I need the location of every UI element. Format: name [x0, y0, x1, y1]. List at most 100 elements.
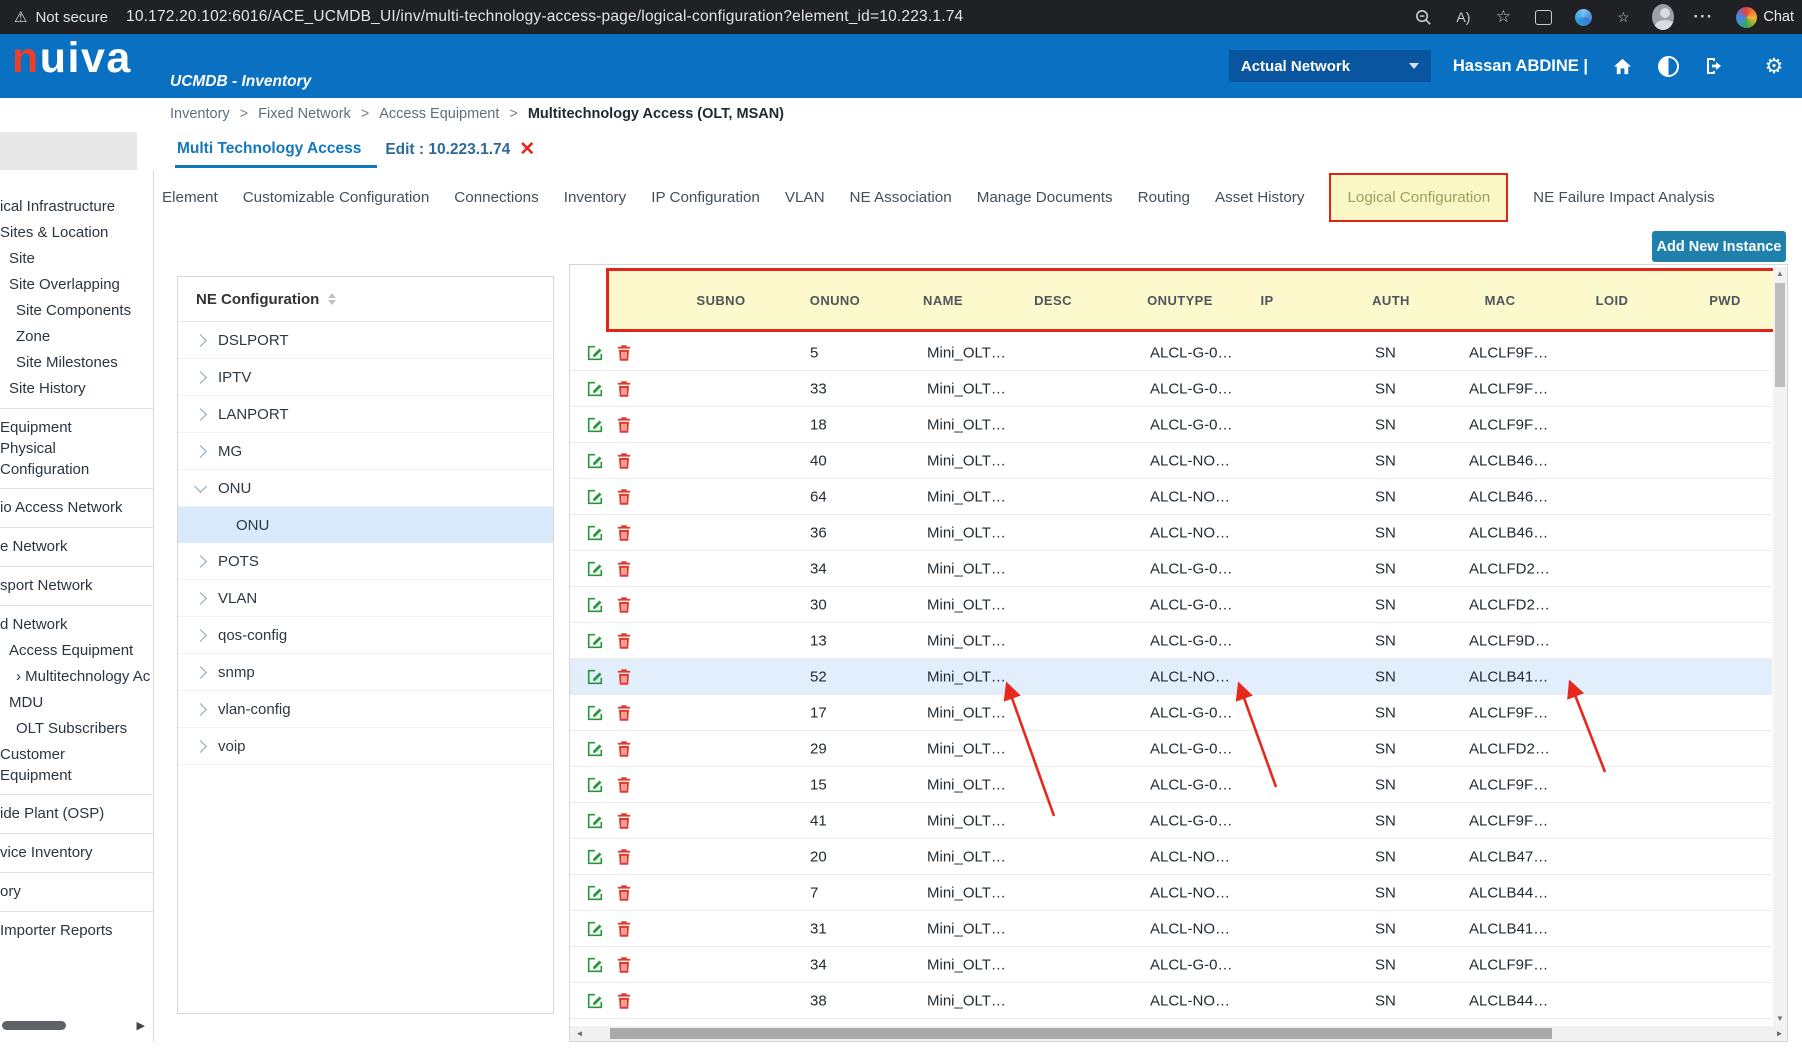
- edit-icon[interactable]: [586, 956, 604, 974]
- table-row[interactable]: 55Mini_OLT…ALCL-NO…SNALCLB41…: [570, 1019, 1772, 1026]
- url-text[interactable]: 10.172.20.102:6016/ACE_UCMDB_UI/inv/mult…: [126, 8, 963, 26]
- tab-customizable-configuration[interactable]: Customizable Configuration: [243, 189, 430, 206]
- sidebar-item[interactable]: CustomerEquipment: [0, 742, 153, 788]
- close-icon[interactable]: ✕: [519, 140, 535, 159]
- table-row[interactable]: 17Mini_OLT…ALCL-G-0…SNALCLF9F…: [570, 695, 1772, 731]
- browser-menu-icon[interactable]: ···: [1692, 6, 1714, 28]
- table-row[interactable]: 18Mini_OLT…ALCL-G-0…SNALCLF9F…: [570, 407, 1772, 443]
- table-row[interactable]: 31Mini_OLT…ALCL-NO…SNALCLB41…: [570, 911, 1772, 947]
- sidebar-scroll-right-icon[interactable]: ▶: [137, 1019, 145, 1032]
- sidebar-item-d-network[interactable]: d Network: [0, 612, 153, 638]
- tab-manage-documents[interactable]: Manage Documents: [977, 189, 1113, 206]
- sidebar-item-sites-location[interactable]: Sites & Location: [0, 220, 153, 246]
- breadcrumb-link[interactable]: Access Equipment: [379, 106, 499, 122]
- column-header-name[interactable]: NAME: [923, 293, 963, 308]
- table-row[interactable]: 5Mini_OLT…ALCL-G-0…SNALCLF9F…: [570, 335, 1772, 371]
- delete-icon[interactable]: [616, 668, 632, 685]
- gear-icon[interactable]: ⚙: [1762, 54, 1786, 78]
- sidebar-item-importer-reports[interactable]: Importer Reports: [0, 918, 153, 944]
- table-row[interactable]: 41Mini_OLT…ALCL-G-0…SNALCLF9F…: [570, 803, 1772, 839]
- edit-icon[interactable]: [586, 848, 604, 866]
- edit-icon[interactable]: [586, 884, 604, 902]
- table-row[interactable]: 20Mini_OLT…ALCL-NO…SNALCLB47…: [570, 839, 1772, 875]
- zoom-icon[interactable]: [1412, 6, 1434, 28]
- sidebar-item[interactable]: EquipmentPhysicalConfiguration: [0, 415, 153, 482]
- extension-icon[interactable]: [1572, 6, 1594, 28]
- add-new-instance-button[interactable]: Add New Instance: [1652, 231, 1786, 262]
- tree-item-snmp[interactable]: snmp: [178, 654, 553, 691]
- sidebar-item-site[interactable]: Site: [0, 246, 153, 272]
- tab-inventory[interactable]: Inventory: [564, 189, 626, 206]
- chat-button[interactable]: Chat: [1736, 7, 1794, 28]
- table-row[interactable]: 30Mini_OLT…ALCL-G-0…SNALCLFD2…: [570, 587, 1772, 623]
- tree-item-dslport[interactable]: DSLPORT: [178, 322, 553, 359]
- sidebar-item-io-access-network[interactable]: io Access Network: [0, 495, 153, 521]
- tab-routing[interactable]: Routing: [1138, 189, 1190, 206]
- sidebar-item-mdu[interactable]: MDU: [0, 690, 153, 716]
- delete-icon[interactable]: [616, 380, 632, 397]
- column-header-loid[interactable]: LOID: [1596, 293, 1629, 308]
- logout-icon[interactable]: [1702, 54, 1726, 78]
- sidebar-item-site-components[interactable]: Site Components: [0, 298, 153, 324]
- delete-icon[interactable]: [616, 452, 632, 469]
- sidebar-item-zone[interactable]: Zone: [0, 324, 153, 350]
- contrast-icon[interactable]: [1656, 54, 1680, 78]
- home-icon[interactable]: [1610, 54, 1634, 78]
- table-row[interactable]: 33Mini_OLT…ALCL-G-0…SNALCLF9F…: [570, 371, 1772, 407]
- sidebar-item-site-milestones[interactable]: Site Milestones: [0, 350, 153, 376]
- table-row[interactable]: 7Mini_OLT…ALCL-NO…SNALCLB44…: [570, 875, 1772, 911]
- edit-icon[interactable]: [586, 596, 604, 614]
- column-header-mac[interactable]: MAC: [1485, 293, 1516, 308]
- sidebar-item-olt-subscribers[interactable]: OLT Subscribers: [0, 716, 153, 742]
- edit-icon[interactable]: [586, 452, 604, 470]
- table-row[interactable]: 52Mini_OLT…ALCL-NO…SNALCLB41…: [570, 659, 1772, 695]
- delete-icon[interactable]: [616, 524, 632, 541]
- table-row[interactable]: 64Mini_OLT…ALCL-NO…SNALCLB46…: [570, 479, 1772, 515]
- edit-icon[interactable]: [586, 704, 604, 722]
- split-screen-icon[interactable]: [1532, 6, 1554, 28]
- column-header-auth[interactable]: AUTH: [1372, 293, 1410, 308]
- tree-item-pots[interactable]: POTS: [178, 543, 553, 580]
- delete-icon[interactable]: [616, 704, 632, 721]
- table-row[interactable]: 34Mini_OLT…ALCL-G-0…SNALCLF9F…: [570, 947, 1772, 983]
- scroll-down-icon[interactable]: ▼: [1773, 1012, 1787, 1026]
- edit-icon[interactable]: [586, 812, 604, 830]
- tab-asset-history[interactable]: Asset History: [1215, 189, 1304, 206]
- delete-icon[interactable]: [616, 920, 632, 937]
- sort-icon[interactable]: [328, 293, 336, 305]
- sidebar-item-vice-inventory[interactable]: vice Inventory: [0, 840, 153, 866]
- delete-icon[interactable]: [616, 416, 632, 433]
- table-row[interactable]: 36Mini_OLT…ALCL-NO…SNALCLB46…: [570, 515, 1772, 551]
- tab-element[interactable]: Element: [162, 189, 218, 206]
- delete-icon[interactable]: [616, 956, 632, 973]
- profile-avatar[interactable]: [1652, 6, 1674, 28]
- tab-connections[interactable]: Connections: [454, 189, 538, 206]
- delete-icon[interactable]: [616, 488, 632, 505]
- delete-icon[interactable]: [616, 344, 632, 361]
- edit-icon[interactable]: [586, 488, 604, 506]
- security-status[interactable]: ⚠ Not secure: [14, 8, 108, 26]
- edit-icon[interactable]: [586, 416, 604, 434]
- delete-icon[interactable]: [616, 632, 632, 649]
- tab-ne-failure-impact-analysis[interactable]: NE Failure Impact Analysis: [1533, 189, 1714, 206]
- edit-icon[interactable]: [586, 560, 604, 578]
- delete-icon[interactable]: [616, 884, 632, 901]
- table-vscrollbar[interactable]: ▲ ▼: [1773, 267, 1787, 1026]
- column-header-onuno[interactable]: ONUNO: [810, 293, 860, 308]
- delete-icon[interactable]: [616, 776, 632, 793]
- user-name[interactable]: Hassan ABDINE |: [1453, 57, 1588, 76]
- delete-icon[interactable]: [616, 848, 632, 865]
- table-hscrollbar[interactable]: ◄ ►: [570, 1026, 1787, 1041]
- sidebar-item-ical-infrastructure[interactable]: ical Infrastructure: [0, 194, 153, 220]
- delete-icon[interactable]: [616, 992, 632, 1009]
- column-header-subno[interactable]: SUBNO: [697, 293, 746, 308]
- tree-item-onu[interactable]: ONU: [178, 470, 553, 507]
- scroll-right-icon[interactable]: ►: [1772, 1026, 1787, 1041]
- tree-item-voip[interactable]: voip: [178, 728, 553, 765]
- delete-icon[interactable]: [616, 740, 632, 757]
- edit-icon[interactable]: [586, 740, 604, 758]
- sidebar-item-multitechnology-ac[interactable]: › Multitechnology Ac: [0, 664, 153, 690]
- tab-ne-association[interactable]: NE Association: [850, 189, 952, 206]
- tree-child-onu[interactable]: ONU: [178, 507, 553, 543]
- sidebar-item-access-equipment[interactable]: Access Equipment: [0, 638, 153, 664]
